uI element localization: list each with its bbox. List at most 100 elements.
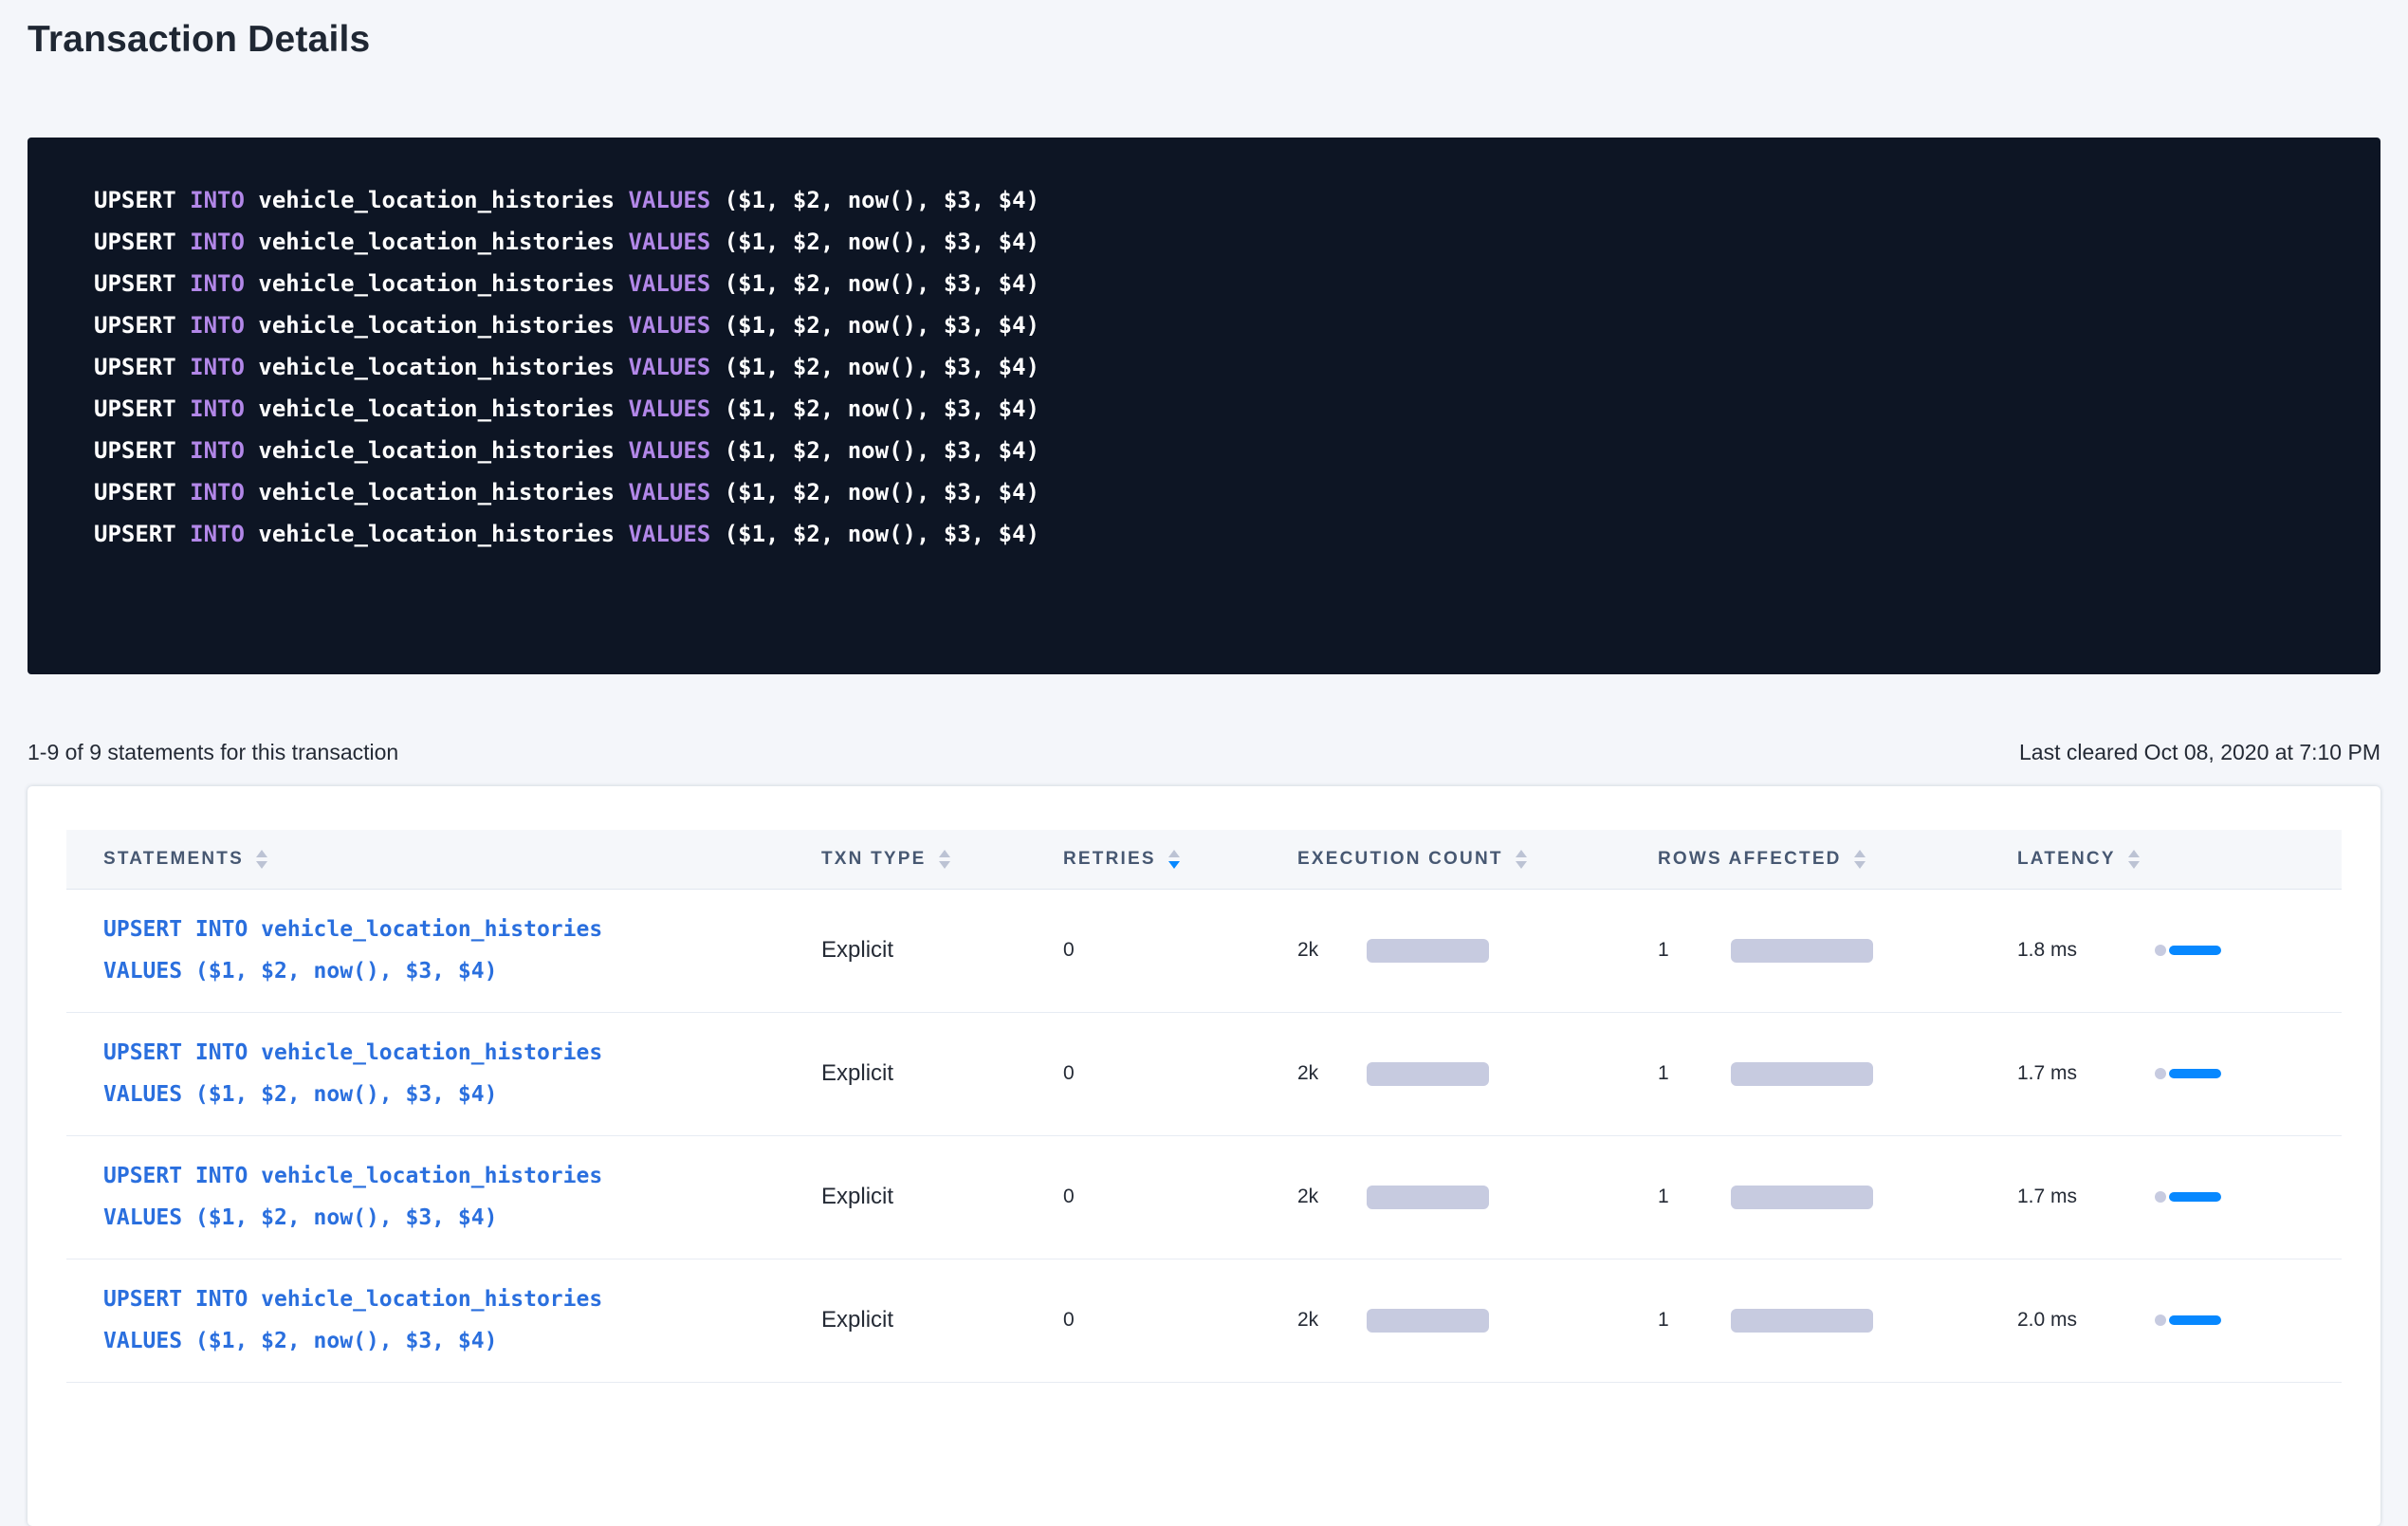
latency-value: 2.0 ms bbox=[2017, 1309, 2155, 1332]
statement-line-2: VALUES ($1, $2, now(), $3, $4) bbox=[103, 1074, 819, 1115]
sort-asc-icon[interactable] bbox=[2128, 850, 2140, 857]
statement-row: UPSERT INTO vehicle_location_historiesVA… bbox=[66, 1259, 2342, 1382]
sql-statement-line: UPSERT INTO vehicle_location_histories V… bbox=[94, 430, 2343, 471]
latency-value: 1.8 ms bbox=[2017, 939, 2155, 962]
retries-value: 0 bbox=[1062, 1135, 1296, 1259]
column-header-label: ROWS AFFECTED bbox=[1658, 849, 1842, 870]
sort-icon[interactable] bbox=[1516, 850, 1527, 869]
sort-asc-icon[interactable] bbox=[256, 850, 267, 857]
txn-type-value: Explicit bbox=[820, 1012, 1062, 1135]
statement-row: UPSERT INTO vehicle_location_historiesVA… bbox=[66, 1135, 2342, 1259]
statement-cell: UPSERT INTO vehicle_location_historiesVA… bbox=[66, 889, 820, 1012]
sort-desc-icon[interactable] bbox=[939, 861, 950, 869]
statement-link[interactable]: UPSERT INTO vehicle_location_historiesVA… bbox=[103, 1278, 819, 1362]
latency-value: 1.7 ms bbox=[2017, 1186, 2155, 1208]
sort-icon[interactable] bbox=[1854, 850, 1866, 869]
statement-link[interactable]: UPSERT INTO vehicle_location_historiesVA… bbox=[103, 1032, 819, 1115]
rows-affected-value: 1 bbox=[1658, 1062, 1731, 1085]
sort-desc-icon[interactable] bbox=[1168, 861, 1180, 869]
latency-chart bbox=[2155, 945, 2221, 956]
sql-statement-line: UPSERT INTO vehicle_location_histories V… bbox=[94, 179, 2343, 221]
column-header-execution-count[interactable]: EXECUTION COUNT bbox=[1296, 830, 1657, 889]
latency-dot-icon bbox=[2155, 1315, 2166, 1326]
execution-count-value: 2k bbox=[1297, 1309, 1367, 1332]
column-header-label: RETRIES bbox=[1063, 849, 1156, 870]
transaction-details-page: Transaction Details UPSERT INTO vehicle_… bbox=[0, 17, 2408, 1526]
sort-desc-icon[interactable] bbox=[256, 861, 267, 869]
execution-count-value: 2k bbox=[1297, 1062, 1367, 1085]
latency-chart bbox=[2155, 1068, 2221, 1079]
sort-asc-icon[interactable] bbox=[939, 850, 950, 857]
txn-type-value: Explicit bbox=[820, 889, 1062, 1012]
sql-statement-line: UPSERT INTO vehicle_location_histories V… bbox=[94, 346, 2343, 388]
sort-asc-icon[interactable] bbox=[1516, 850, 1527, 857]
statement-cell: UPSERT INTO vehicle_location_historiesVA… bbox=[66, 1012, 820, 1135]
column-header-statements[interactable]: STATEMENTS bbox=[66, 830, 820, 889]
sort-desc-icon[interactable] bbox=[1854, 861, 1866, 869]
rows-affected-value: 1 bbox=[1658, 1186, 1731, 1208]
column-header-retries[interactable]: RETRIES bbox=[1062, 830, 1296, 889]
statement-cell: UPSERT INTO vehicle_location_historiesVA… bbox=[66, 1135, 820, 1259]
execution-count-cell: 2k bbox=[1296, 1012, 1657, 1135]
table-header-row: STATEMENTSTXN TYPE RETRIES EXECUTION COUNT… bbox=[66, 830, 2342, 889]
sql-statement-line: UPSERT INTO vehicle_location_histories V… bbox=[94, 513, 2343, 555]
latency-dot-icon bbox=[2155, 1191, 2166, 1203]
statement-line-1: UPSERT INTO vehicle_location_histories bbox=[103, 1155, 819, 1197]
sort-desc-icon[interactable] bbox=[2128, 861, 2140, 869]
sort-icon[interactable] bbox=[256, 850, 267, 869]
column-header-rows-affected[interactable]: ROWS AFFECTED bbox=[1657, 830, 2016, 889]
sql-statement-line: UPSERT INTO vehicle_location_histories V… bbox=[94, 388, 2343, 430]
execution-count-cell: 2k bbox=[1296, 1135, 1657, 1259]
latency-chart bbox=[2155, 1315, 2221, 1326]
latency-bar bbox=[2169, 946, 2221, 955]
statement-row: UPSERT INTO vehicle_location_historiesVA… bbox=[66, 889, 2342, 1012]
last-cleared-timestamp: Last cleared Oct 08, 2020 at 7:10 PM bbox=[2019, 739, 2380, 765]
rows-affected-cell: 1 bbox=[1657, 1135, 2016, 1259]
sort-icon[interactable] bbox=[1168, 850, 1180, 869]
column-header-latency[interactable]: LATENCY bbox=[2016, 830, 2342, 889]
statement-row: UPSERT INTO vehicle_location_historiesVA… bbox=[66, 1012, 2342, 1135]
rows-affected-bar bbox=[1731, 1062, 1873, 1086]
column-header-label: EXECUTION COUNT bbox=[1297, 849, 1503, 870]
column-header-label: TXN TYPE bbox=[821, 849, 927, 870]
sort-desc-icon[interactable] bbox=[1516, 861, 1527, 869]
latency-dot-icon bbox=[2155, 1068, 2166, 1079]
statement-line-2: VALUES ($1, $2, now(), $3, $4) bbox=[103, 1197, 819, 1239]
latency-bar bbox=[2169, 1069, 2221, 1078]
sort-icon[interactable] bbox=[2128, 850, 2140, 869]
latency-bar bbox=[2169, 1192, 2221, 1202]
statement-link[interactable]: UPSERT INTO vehicle_location_historiesVA… bbox=[103, 1155, 819, 1239]
execution-count-bar bbox=[1367, 1309, 1489, 1333]
rows-affected-cell: 1 bbox=[1657, 1012, 2016, 1135]
sort-asc-icon[interactable] bbox=[1168, 850, 1180, 857]
statement-line-1: UPSERT INTO vehicle_location_histories bbox=[103, 1032, 819, 1074]
rows-affected-bar bbox=[1731, 1309, 1873, 1333]
latency-cell: 1.7 ms bbox=[2016, 1012, 2342, 1135]
execution-count-cell: 2k bbox=[1296, 889, 1657, 1012]
rows-affected-value: 1 bbox=[1658, 1309, 1731, 1332]
execution-count-bar bbox=[1367, 1062, 1489, 1086]
transaction-sql-box: UPSERT INTO vehicle_location_histories V… bbox=[28, 138, 2380, 674]
latency-dot-icon bbox=[2155, 945, 2166, 956]
rows-affected-cell: 1 bbox=[1657, 889, 2016, 1012]
sort-asc-icon[interactable] bbox=[1854, 850, 1866, 857]
latency-cell: 1.8 ms bbox=[2016, 889, 2342, 1012]
retries-value: 0 bbox=[1062, 1259, 1296, 1382]
rows-affected-bar bbox=[1731, 939, 1873, 963]
column-header-txn-type[interactable]: TXN TYPE bbox=[820, 830, 1062, 889]
rows-affected-value: 1 bbox=[1658, 939, 1731, 962]
statement-link[interactable]: UPSERT INTO vehicle_location_historiesVA… bbox=[103, 909, 819, 992]
latency-cell: 1.7 ms bbox=[2016, 1135, 2342, 1259]
execution-count-value: 2k bbox=[1297, 1186, 1367, 1208]
execution-count-value: 2k bbox=[1297, 939, 1367, 962]
latency-value: 1.7 ms bbox=[2017, 1062, 2155, 1085]
sort-icon[interactable] bbox=[939, 850, 950, 869]
statement-cell: UPSERT INTO vehicle_location_historiesVA… bbox=[66, 1259, 820, 1382]
execution-count-cell: 2k bbox=[1296, 1259, 1657, 1382]
txn-type-value: Explicit bbox=[820, 1259, 1062, 1382]
latency-bar bbox=[2169, 1315, 2221, 1325]
sql-statement-line: UPSERT INTO vehicle_location_histories V… bbox=[94, 304, 2343, 346]
rows-affected-cell: 1 bbox=[1657, 1259, 2016, 1382]
latency-cell: 2.0 ms bbox=[2016, 1259, 2342, 1382]
statements-table: STATEMENTSTXN TYPE RETRIES EXECUTION COUNT… bbox=[66, 830, 2342, 1383]
